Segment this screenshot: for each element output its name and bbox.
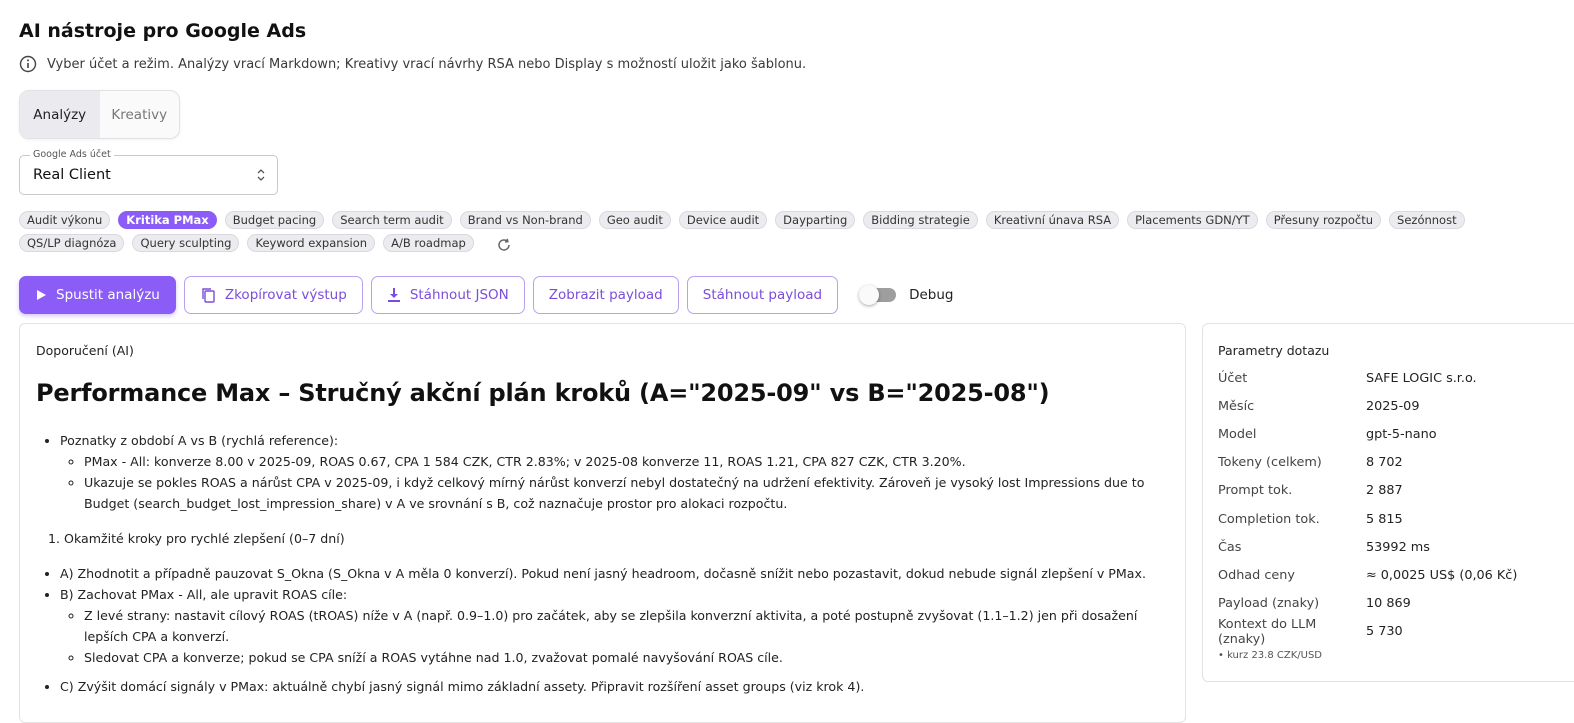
account-select-label: Google Ads účet [30,149,114,160]
list-item: A) Zhodnotit a případně pauzovat S_Okna … [60,563,1156,584]
info-text: Vyber účet a režim. Analýzy vrací Markdo… [47,56,807,72]
chip-qs-lp-diagnoza[interactable]: QS/LP diagnóza [19,234,125,252]
param-row: Odhad ceny ≈ 0,0025 US$ (0,06 Kč) [1218,567,1518,583]
param-row: Kontext do LLM (znaky) 5 730 [1218,616,1403,647]
run-analysis-button[interactable]: Spustit analýzu [19,276,176,314]
param-row: Čas 53992 ms [1218,539,1430,555]
list-item: Okamžité kroky pro rychlé zlepšení (0–7 … [48,528,1156,549]
chip-presuny-rozpoctu[interactable]: Přesuny rozpočtu [1265,211,1382,229]
debug-switch-knob [859,285,880,305]
param-row: Payload (znaky) 10 869 [1218,596,1411,612]
chip-query-sculpting[interactable]: Query sculpting [132,234,240,252]
debug-toggle-wrap: Debug [859,285,954,305]
show-payload-button[interactable]: Zobrazit payload [532,276,679,314]
list-item: PMax - All: konverze 8.00 v 2025-09, ROA… [84,451,1156,472]
chip-search-term-audit[interactable]: Search term audit [332,211,452,229]
account-select-value: Real Client [33,167,111,183]
list-item: B) Zachovat PMax - All, ale upravit ROAS… [60,584,1156,668]
report-body: Poznatky z období A vs B (rychlá referen… [36,430,1156,697]
report-title: Performance Max – Stručný akční plán kro… [36,379,1050,407]
play-icon [37,290,46,300]
info-icon [19,55,37,73]
copy-icon [202,288,215,303]
exchange-rate-note: • kurz 23.8 CZK/USD [1218,650,1323,661]
chip-brand-vs-nonbrand[interactable]: Brand vs Non-brand [459,211,591,229]
analysis-chips: Audit výkonu Kritika PMax Budget pacing … [19,211,1559,253]
list-item: C) Zvýšit domácí signály v PMax: aktuáln… [60,676,1156,697]
chip-dayparting[interactable]: Dayparting [775,211,856,229]
chip-device-audit[interactable]: Device audit [678,211,768,229]
download-payload-button[interactable]: Stáhnout payload [686,276,839,314]
chip-placements-gdn-yt[interactable]: Placements GDN/YT [1127,211,1258,229]
chip-sezonnost[interactable]: Sezónnost [1389,211,1465,229]
download-icon [387,288,400,302]
param-row: Model gpt-5-nano [1218,426,1437,442]
param-row: Měsíc 2025-09 [1218,398,1420,414]
report-section-1: Poznatky z období A vs B (rychlá referen… [36,430,1156,514]
chip-kreativni-unava-rsa[interactable]: Kreativní únava RSA [985,211,1120,229]
query-params-card: Parametry dotazu Účet SAFE LOGIC s.r.o. M… [1202,323,1574,682]
chip-audit-vykonu[interactable]: Audit výkonu [19,211,111,229]
list-item: Sledovat CPA a konverze; pokud se CPA sn… [84,647,1156,668]
chip-budget-pacing[interactable]: Budget pacing [224,211,325,229]
action-bar: Spustit analýzu Zkopírovat výstup Stáhno… [19,276,954,314]
report-steps: A) Zhodnotit a případně pauzovat S_Okna … [36,563,1156,668]
chip-bidding-strategie[interactable]: Bidding strategie [863,211,978,229]
debug-label: Debug [909,287,954,303]
debug-switch[interactable] [859,285,897,305]
refresh-icon[interactable] [496,237,512,253]
copy-output-button[interactable]: Zkopírovat výstup [183,276,363,314]
download-json-label: Stáhnout JSON [409,287,509,303]
param-row: Prompt tok. 2 887 [1218,483,1403,499]
param-row: Tokeny (celkem) 8 702 [1218,455,1403,471]
list-item: Z levé strany: nastavit cílový ROAS (tRO… [84,605,1156,647]
page-title: AI nástroje pro Google Ads [19,20,307,42]
report-section-2: Okamžité kroky pro rychlé zlepšení (0–7 … [36,528,1156,549]
query-params-title: Parametry dotazu [1218,343,1330,358]
chip-keyword-expansion[interactable]: Keyword expansion [247,234,376,252]
copy-output-label: Zkopírovat výstup [224,287,347,303]
account-select[interactable]: Google Ads účet Real Client [19,149,278,195]
param-row: Completion tok. 5 815 [1218,511,1403,527]
mode-kreativy-button[interactable]: Kreativy [100,91,180,138]
recommendation-card: Doporučení (AI) Performance Max – Stručn… [19,323,1186,723]
list-item: Ukazuje se pokles ROAS a nárůst CPA v 20… [84,472,1156,514]
recommendation-card-label: Doporučení (AI) [36,343,134,358]
chip-kritika-pmax[interactable]: Kritika PMax [118,211,217,229]
chevron-updown-icon [257,169,265,181]
chip-geo-audit[interactable]: Geo audit [598,211,671,229]
list-item: Poznatky z období A vs B (rychlá referen… [60,430,1156,514]
param-row: Účet SAFE LOGIC s.r.o. [1218,370,1477,386]
info-line: Vyber účet a režim. Analýzy vrací Markdo… [19,55,806,73]
mode-toggle: Analýzy Kreativy [19,90,180,139]
query-params-table: Účet SAFE LOGIC s.r.o. Měsíc 2025-09 Model… [1218,364,1574,647]
run-analysis-label: Spustit analýzu [56,287,160,303]
mode-analyzy-button[interactable]: Analýzy [20,91,100,138]
download-json-button[interactable]: Stáhnout JSON [370,276,525,314]
chip-ab-roadmap[interactable]: A/B roadmap [383,234,474,252]
